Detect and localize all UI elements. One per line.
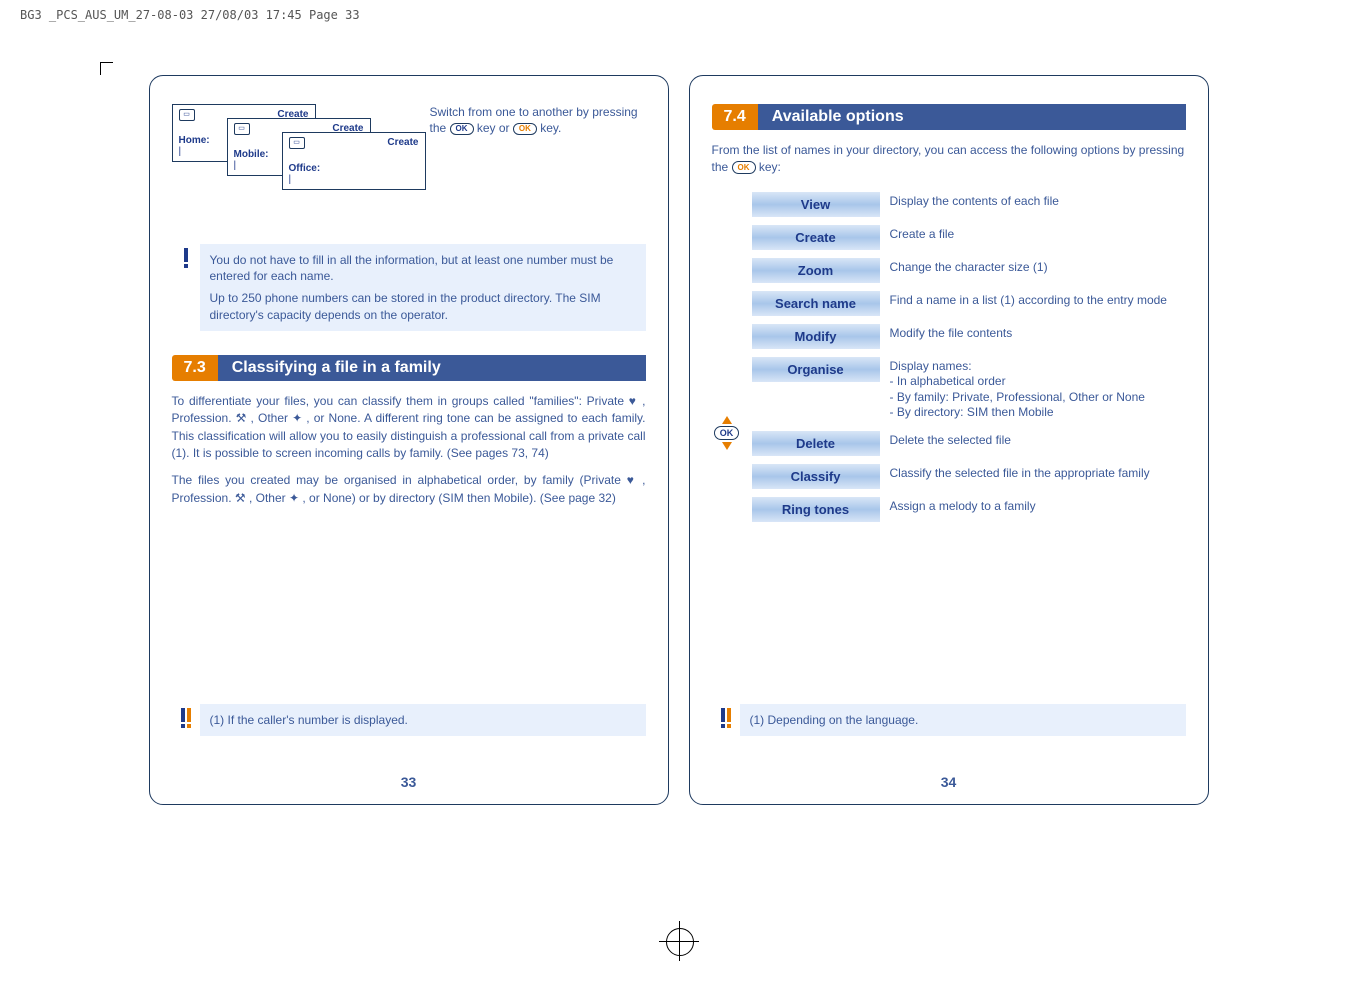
option-label: Organise bbox=[752, 357, 880, 382]
options-table: OK ViewDisplay the contents of each file… bbox=[712, 192, 1186, 530]
note-left-bar bbox=[172, 704, 200, 736]
registration-mark bbox=[659, 921, 699, 961]
card-office: ▭ Create Office: | bbox=[282, 132, 426, 190]
option-desc: Classify the selected file in the approp… bbox=[880, 464, 1150, 484]
option-label: Create bbox=[752, 225, 880, 250]
page-spread: ▭ Create Home: | ▭ Create Mobile: | ▭ Cr… bbox=[0, 0, 1357, 805]
footnote-text: (1) Depending on the language. bbox=[740, 704, 1186, 736]
page-right: 7.4 Available options From the list of n… bbox=[689, 75, 1209, 805]
option-row: DeleteDelete the selected file bbox=[752, 431, 1186, 456]
directory-icon: ▭ bbox=[234, 123, 250, 135]
note-left-bar bbox=[172, 244, 200, 331]
option-label: Modify bbox=[752, 324, 880, 349]
options-rows: ViewDisplay the contents of each file Cr… bbox=[752, 192, 1186, 530]
section-header: 7.3 Classifying a file in a family bbox=[172, 355, 646, 381]
page-left: ▭ Create Home: | ▭ Create Mobile: | ▭ Cr… bbox=[149, 75, 669, 805]
option-desc: Find a name in a list (1) according to t… bbox=[880, 291, 1167, 311]
registration-circle bbox=[666, 928, 694, 956]
pdf-header-info: BG3 _PCS_AUS_UM_27-08-03 27/08/03 17:45 … bbox=[20, 8, 360, 22]
ok-key-icon: OK bbox=[450, 123, 474, 136]
option-desc: Create a file bbox=[880, 225, 955, 245]
option-label: Search name bbox=[752, 291, 880, 316]
option-desc: Modify the file contents bbox=[880, 324, 1013, 344]
text: From the list of names in your directory… bbox=[712, 143, 1185, 174]
arrow-up-icon bbox=[722, 416, 732, 424]
card-label: Office: bbox=[289, 163, 419, 174]
option-desc: Display the contents of each file bbox=[880, 192, 1059, 212]
page-number: 34 bbox=[690, 774, 1208, 790]
option-desc: Display names: - In alphabetical order -… bbox=[880, 357, 1145, 423]
crop-mark bbox=[100, 62, 113, 75]
option-label: Classify bbox=[752, 464, 880, 489]
section-title: Classifying a file in a family bbox=[218, 355, 646, 381]
option-row: ClassifyClassify the selected file in th… bbox=[752, 464, 1186, 489]
exclaim-icon-blue bbox=[721, 708, 725, 722]
directory-icon: ▭ bbox=[289, 137, 305, 149]
option-row: ZoomChange the character size (1) bbox=[752, 258, 1186, 283]
body-paragraph-2: The files you created may be organised i… bbox=[172, 472, 646, 507]
exclaim-icon bbox=[184, 248, 188, 262]
nav-key-indicator: OK bbox=[712, 192, 742, 530]
body-paragraph-1: To differentiate your files, you can cla… bbox=[172, 393, 646, 463]
option-row: Ring tonesAssign a melody to a family bbox=[752, 497, 1186, 522]
exclaim-icon-orange bbox=[727, 708, 731, 722]
footnote-text: (1) If the caller's number is displayed. bbox=[200, 704, 646, 736]
option-row: ViewDisplay the contents of each file bbox=[752, 192, 1186, 217]
note-p2: Up to 250 phone numbers can be stored in… bbox=[210, 290, 636, 322]
directory-icon: ▭ bbox=[179, 109, 195, 121]
section-number: 7.4 bbox=[712, 104, 758, 130]
option-desc: Delete the selected file bbox=[880, 431, 1011, 451]
text: key. bbox=[540, 121, 561, 135]
card-title: Create bbox=[387, 137, 418, 148]
exclaim-icon-blue bbox=[181, 708, 185, 722]
option-desc: Change the character size (1) bbox=[880, 258, 1048, 278]
option-row: ModifyModify the file contents bbox=[752, 324, 1186, 349]
cursor: | bbox=[289, 174, 419, 185]
section-header: 7.4 Available options bbox=[712, 104, 1186, 130]
option-label: Ring tones bbox=[752, 497, 880, 522]
text: key: bbox=[759, 160, 781, 174]
option-row: Search nameFind a name in a list (1) acc… bbox=[752, 291, 1186, 316]
section-number: 7.3 bbox=[172, 355, 218, 381]
ok-key-icon-orange: OK bbox=[513, 123, 537, 136]
option-row: OrganiseDisplay names: - In alphabetical… bbox=[752, 357, 1186, 423]
text: key or bbox=[477, 121, 513, 135]
switch-instructions: Switch from one to another by pressing t… bbox=[430, 104, 646, 136]
option-label: View bbox=[752, 192, 880, 217]
note-p1: You do not have to fill in all the infor… bbox=[210, 252, 636, 284]
note-box: You do not have to fill in all the infor… bbox=[172, 244, 646, 331]
option-desc: Assign a melody to a family bbox=[880, 497, 1036, 517]
page-number: 33 bbox=[150, 774, 668, 790]
exclaim-icon-orange bbox=[187, 708, 191, 722]
option-row: CreateCreate a file bbox=[752, 225, 1186, 250]
footnote-box: (1) If the caller's number is displayed. bbox=[172, 704, 646, 736]
ok-key-icon-orange: OK bbox=[732, 161, 756, 174]
note-left-bar bbox=[712, 704, 740, 736]
options-intro: From the list of names in your directory… bbox=[712, 142, 1186, 176]
ok-key-icon: OK bbox=[714, 426, 740, 440]
footnote-box: (1) Depending on the language. bbox=[712, 704, 1186, 736]
option-label: Delete bbox=[752, 431, 880, 456]
arrow-down-icon bbox=[722, 442, 732, 450]
note-body: You do not have to fill in all the infor… bbox=[200, 244, 646, 331]
section-title: Available options bbox=[758, 104, 1186, 130]
option-label: Zoom bbox=[752, 258, 880, 283]
